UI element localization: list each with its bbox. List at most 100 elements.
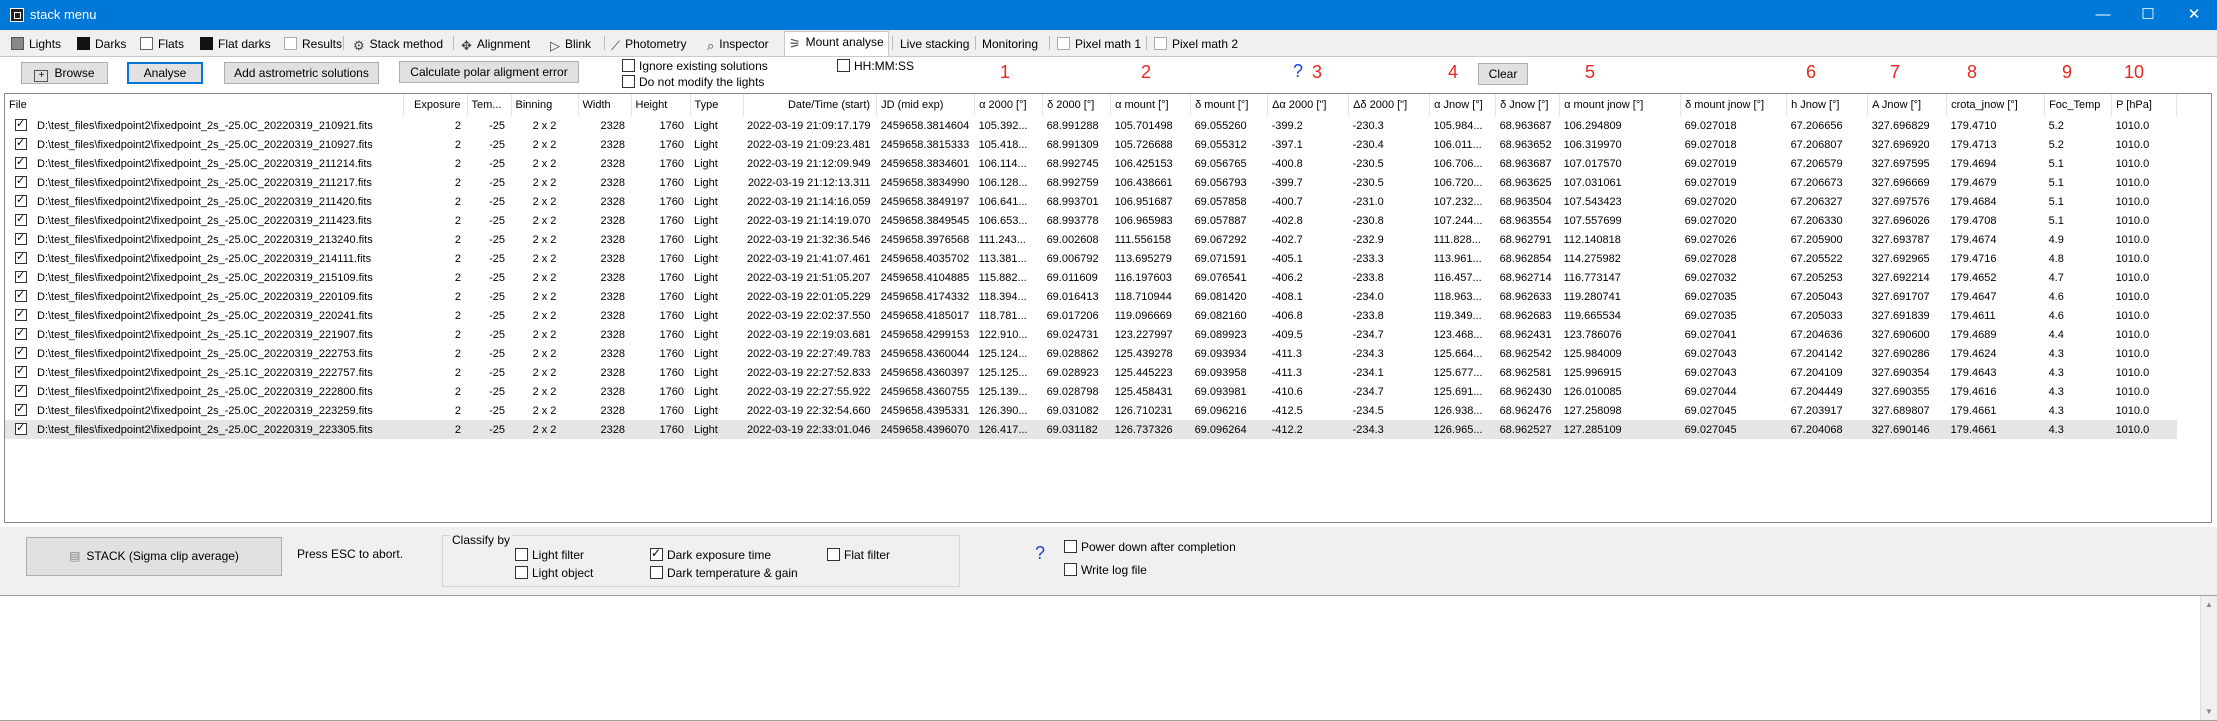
table-row[interactable]: D:\test_files\fixedpoint2\fixedpoint_2s_… — [5, 211, 2177, 230]
table-row[interactable]: D:\test_files\fixedpoint2\fixedpoint_2s_… — [5, 287, 2177, 306]
dark-exposure-checkbox[interactable]: Dark exposure time — [650, 546, 771, 562]
table-row[interactable]: D:\test_files\fixedpoint2\fixedpoint_2s_… — [5, 135, 2177, 154]
hhmmss-checkbox[interactable]: HH:MM:SS — [837, 59, 914, 73]
browse-button[interactable]: + Browse — [21, 62, 108, 84]
checkbox-box[interactable] — [650, 546, 663, 561]
analyse-button[interactable]: Analyse — [127, 62, 203, 84]
row-checkbox[interactable] — [15, 288, 27, 302]
table-row[interactable]: D:\test_files\fixedpoint2\fixedpoint_2s_… — [5, 401, 2177, 420]
column-header[interactable]: Δα 2000 ["] — [1267, 94, 1350, 116]
tab-darks[interactable]: Darks — [72, 33, 131, 54]
tab-blink[interactable]: ▷ Blink — [545, 33, 596, 54]
log-scrollbar[interactable]: ▲ ▼ — [2200, 596, 2217, 720]
column-header[interactable]: crota_jnow [°] — [1946, 94, 2046, 116]
light-filter-checkbox[interactable]: Light filter — [515, 548, 584, 562]
ignore-existing-checkbox[interactable]: Ignore existing solutions — [622, 59, 768, 73]
help-link[interactable]: ? — [1035, 543, 1045, 564]
column-header[interactable]: δ Jnow [°] — [1495, 94, 1561, 116]
flat-filter-checkbox[interactable]: Flat filter — [827, 548, 890, 562]
column-header[interactable]: JD (mid exp) — [876, 94, 976, 116]
row-checkbox[interactable] — [15, 326, 27, 340]
row-checkbox[interactable] — [15, 383, 27, 397]
row-checkbox[interactable] — [15, 269, 27, 283]
column-header[interactable]: α mount [°] — [1110, 94, 1192, 116]
tab-pixel-math-2[interactable]: Pixel math 2 — [1149, 33, 1243, 54]
do-not-modify-checkbox[interactable]: Do not modify the lights — [622, 75, 764, 89]
scroll-down-icon[interactable]: ▼ — [2201, 707, 2217, 716]
row-checkbox[interactable] — [15, 364, 27, 378]
dark-temperature-checkbox[interactable]: Dark temperature & gain — [650, 566, 798, 580]
tab-live-stacking[interactable]: Live stacking — [895, 33, 974, 54]
calculate-polar-alignment-button[interactable]: Calculate polar aligment error — [399, 61, 579, 83]
checkbox-box[interactable] — [515, 548, 528, 561]
tab-mount-analyse[interactable]: ⚞ Mount analyse — [784, 31, 889, 56]
tab-inspector[interactable]: ⌕ Inspector — [702, 33, 774, 54]
row-checkbox[interactable] — [15, 212, 27, 226]
column-header[interactable]: Exposure — [403, 94, 468, 116]
results-table[interactable]: File Exposure Tem... Binning Width Height Type… — [4, 93, 2212, 523]
scroll-up-icon[interactable]: ▲ — [2201, 600, 2217, 609]
table-row[interactable]: D:\test_files\fixedpoint2\fixedpoint_2s_… — [5, 230, 2177, 249]
stack-button[interactable]: ▤ STACK (Sigma clip average) — [26, 537, 282, 576]
light-object-checkbox[interactable]: Light object — [515, 566, 593, 580]
column-header[interactable]: File — [5, 94, 404, 116]
table-row[interactable]: D:\test_files\fixedpoint2\fixedpoint_2s_… — [5, 325, 2177, 344]
tab-flats[interactable]: Flats — [135, 33, 189, 54]
power-down-checkbox[interactable]: Power down after completion — [1064, 540, 1236, 554]
tab-photometry[interactable]: ⟋ Photometry — [606, 33, 691, 54]
column-header[interactable]: Δδ 2000 ["] — [1348, 94, 1431, 116]
row-checkbox[interactable] — [15, 193, 27, 207]
close-button[interactable]: ✕ — [2171, 0, 2217, 30]
column-header[interactable]: Date/Time (start) — [743, 94, 878, 116]
row-checkbox[interactable] — [15, 136, 27, 150]
column-header[interactable]: δ mount [°] — [1190, 94, 1269, 116]
tab-monitoring[interactable]: Monitoring — [977, 33, 1043, 54]
row-checkbox[interactable] — [15, 174, 27, 188]
column-header[interactable]: Foc_Temp — [2044, 94, 2113, 116]
column-header[interactable]: α mount jnow [°] — [1559, 94, 1682, 116]
table-row[interactable]: D:\test_files\fixedpoint2\fixedpoint_2s_… — [5, 306, 2177, 325]
table-row[interactable]: D:\test_files\fixedpoint2\fixedpoint_2s_… — [5, 173, 2177, 192]
checkbox-box[interactable] — [1064, 540, 1077, 553]
add-astrometric-solutions-button[interactable]: Add astrometric solutions — [224, 62, 379, 84]
table-row[interactable]: D:\test_files\fixedpoint2\fixedpoint_2s_… — [5, 192, 2177, 211]
row-checkbox[interactable] — [15, 250, 27, 264]
checkbox-box[interactable] — [650, 566, 663, 579]
row-checkbox[interactable] — [15, 155, 27, 169]
column-header[interactable]: α Jnow [°] — [1429, 94, 1497, 116]
table-row[interactable]: D:\test_files\fixedpoint2\fixedpoint_2s_… — [5, 363, 2177, 382]
checkbox-box[interactable] — [1064, 563, 1077, 576]
tab-alignment[interactable]: ✥ Alignment — [456, 33, 535, 54]
minimize-button[interactable]: — — [2080, 0, 2126, 30]
table-row[interactable]: D:\test_files\fixedpoint2\fixedpoint_2s_… — [5, 116, 2177, 135]
column-header[interactable]: Tem... — [467, 94, 512, 116]
column-header[interactable]: Width — [578, 94, 632, 116]
tab-flat-darks[interactable]: Flat darks — [195, 33, 276, 54]
clear-button[interactable]: Clear — [1478, 63, 1528, 85]
tab-lights[interactable]: Lights — [6, 33, 66, 54]
column-header[interactable]: Type — [690, 94, 744, 116]
log-textarea[interactable]: ▲ ▼ — [0, 595, 2217, 721]
tab-pixel-math-1[interactable]: Pixel math 1 — [1052, 33, 1146, 54]
column-header[interactable]: P [hPa] — [2111, 94, 2178, 116]
column-header[interactable]: δ 2000 [°] — [1042, 94, 1112, 116]
checkbox-box[interactable] — [837, 59, 850, 72]
row-checkbox[interactable] — [15, 117, 27, 131]
row-checkbox[interactable] — [15, 231, 27, 245]
column-header[interactable]: Height — [631, 94, 691, 116]
table-row[interactable]: D:\test_files\fixedpoint2\fixedpoint_2s_… — [5, 382, 2177, 401]
table-row[interactable]: D:\test_files\fixedpoint2\fixedpoint_2s_… — [5, 268, 2177, 287]
column-header[interactable]: h Jnow [°] — [1786, 94, 1869, 116]
checkbox-box[interactable] — [622, 59, 635, 72]
tab-results[interactable]: Results — [279, 33, 347, 54]
column-header[interactable]: α 2000 [°] — [974, 94, 1044, 116]
help-link[interactable]: ? — [1293, 61, 1303, 82]
table-row[interactable]: D:\test_files\fixedpoint2\fixedpoint_2s_… — [5, 420, 2177, 439]
column-header[interactable]: A Jnow [°] — [1867, 94, 1948, 116]
maximize-button[interactable]: ☐ — [2125, 0, 2171, 30]
row-checkbox[interactable] — [15, 402, 27, 416]
checkbox-box[interactable] — [622, 75, 635, 88]
row-checkbox[interactable] — [15, 421, 27, 435]
column-header[interactable]: Binning — [511, 94, 579, 116]
checkbox-box[interactable] — [827, 548, 840, 561]
